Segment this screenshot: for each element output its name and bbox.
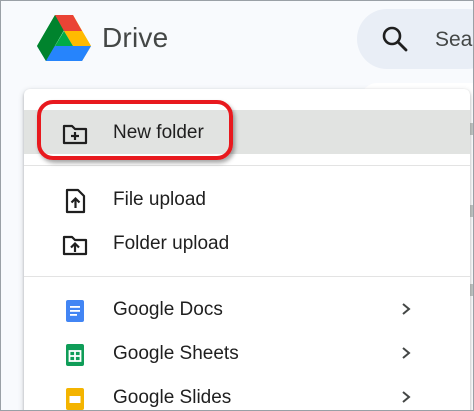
menu-item-file-upload[interactable]: File upload <box>24 177 470 221</box>
menu-item-label: Google Docs <box>113 299 223 320</box>
menu-item-label: New folder <box>113 122 204 143</box>
menu-divider <box>24 165 470 166</box>
new-folder-icon <box>62 124 88 145</box>
menu-item-label: Google Slides <box>113 387 232 408</box>
app-window: Drive Sea New folder File upload Folder … <box>0 0 474 411</box>
folder-upload-icon <box>62 235 88 256</box>
menu-item-folder-upload[interactable]: Folder upload <box>24 221 470 265</box>
app-name: Drive <box>102 22 169 53</box>
menu-item-google-docs[interactable]: Google Docs <box>24 287 470 331</box>
chevron-right-icon <box>402 391 411 403</box>
menu-item-label: File upload <box>113 189 206 210</box>
menu-divider <box>24 276 470 277</box>
search-input-placeholder[interactable]: Sea <box>435 28 472 52</box>
google-slides-icon <box>66 388 84 410</box>
search-icon[interactable] <box>381 25 409 53</box>
file-upload-icon <box>65 188 86 214</box>
new-item-menu: New folder File upload Folder upload Goo… <box>24 89 470 410</box>
menu-item-google-slides[interactable]: Google Slides <box>24 375 470 410</box>
search-bar[interactable]: Sea <box>357 9 473 69</box>
menu-item-new-folder[interactable]: New folder <box>24 110 470 154</box>
chevron-right-icon <box>402 303 411 315</box>
google-drive-logo-icon[interactable] <box>37 15 91 61</box>
menu-item-google-sheets[interactable]: Google Sheets <box>24 331 470 375</box>
google-docs-icon <box>66 300 84 322</box>
google-sheets-icon <box>66 344 84 366</box>
menu-item-label: Google Sheets <box>113 343 239 364</box>
chevron-right-icon <box>402 347 411 359</box>
menu-item-label: Folder upload <box>113 233 230 254</box>
